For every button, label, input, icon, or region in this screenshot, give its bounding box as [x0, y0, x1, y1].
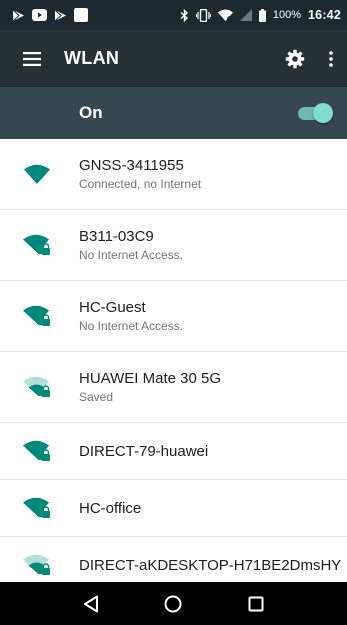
status-bar-notifications: [12, 8, 88, 22]
network-item-direct-79-huawei[interactable]: DIRECT-79-huawei: [0, 423, 347, 480]
home-circle-icon: [164, 595, 182, 612]
battery-icon: [258, 8, 266, 22]
back-triangle-icon: [84, 595, 99, 612]
status-bar-system: 100% 16:42: [180, 8, 341, 22]
network-name: HC-Guest: [79, 298, 146, 316]
network-status: Connected, no Internet: [79, 176, 202, 191]
gear-icon: [285, 49, 305, 68]
wifi-weak-locked-icon: [0, 376, 79, 398]
app-bar: WLAN: [0, 30, 347, 87]
page-title: WLAN: [64, 48, 120, 68]
network-item-direct-akdesktop[interactable]: DIRECT-aKDESKTOP-H71BE2DmsHY: [0, 537, 347, 582]
home-button[interactable]: [153, 584, 193, 624]
hamburger-menu-icon: [23, 51, 41, 66]
wlan-toggle-switch[interactable]: [297, 103, 333, 123]
settings-button[interactable]: [275, 30, 315, 87]
network-name: HC-office: [79, 499, 142, 517]
battery-percentage: 100%: [272, 9, 302, 21]
wifi-full-locked-icon: [0, 234, 79, 256]
network-name: DIRECT-aKDESKTOP-H71BE2DmsHY: [79, 556, 342, 574]
menu-button[interactable]: [0, 30, 64, 87]
bluetooth-icon: [180, 8, 189, 22]
network-name: DIRECT-79-huawei: [79, 442, 209, 460]
app-notification-icon: [74, 8, 88, 22]
switch-thumb: [313, 103, 333, 123]
play-store-notification-icon: [12, 8, 25, 22]
network-status: No Internet Access.: [79, 247, 184, 262]
navigation-bar: [0, 582, 347, 625]
wlan-master-switch-row[interactable]: On: [0, 87, 347, 139]
network-name: HUAWEI Mate 30 5G: [79, 369, 221, 387]
vibrate-icon: [195, 8, 211, 22]
status-bar: 100% 16:42: [0, 0, 347, 30]
overflow-menu-button[interactable]: [315, 30, 347, 87]
recents-square-icon: [248, 596, 264, 611]
wlan-state-label: On: [79, 103, 103, 122]
network-list: GNSS-3411955 Connected, no Internet B311…: [0, 139, 347, 582]
youtube-notification-icon: [32, 8, 47, 22]
network-status: Saved: [79, 389, 114, 404]
wifi-signal-icon: [217, 8, 233, 22]
network-item-b311-03c9[interactable]: B311-03C9 No Internet Access.: [0, 210, 347, 281]
network-item-gnss-3411955[interactable]: GNSS-3411955 Connected, no Internet: [0, 139, 347, 210]
network-name: GNSS-3411955: [79, 156, 184, 174]
wifi-full-icon: [0, 164, 79, 184]
wifi-full-locked-icon: [0, 305, 79, 327]
wifi-weak-locked-icon: [0, 554, 79, 576]
clock: 16:42: [308, 8, 341, 22]
back-button[interactable]: [71, 584, 111, 624]
network-name: B311-03C9: [79, 227, 154, 245]
cell-signal-icon: [239, 8, 252, 22]
network-status: No Internet Access.: [79, 318, 184, 333]
network-item-huawei-mate-30-5g[interactable]: HUAWEI Mate 30 5G Saved: [0, 352, 347, 423]
wifi-full-locked-icon: [0, 497, 79, 519]
play-store-notification-icon: [54, 8, 67, 22]
recents-button[interactable]: [236, 584, 276, 624]
network-item-hc-guest[interactable]: HC-Guest No Internet Access.: [0, 281, 347, 352]
more-vert-icon: [329, 50, 333, 67]
network-item-hc-office[interactable]: HC-office: [0, 480, 347, 537]
wifi-full-locked-icon: [0, 440, 79, 462]
